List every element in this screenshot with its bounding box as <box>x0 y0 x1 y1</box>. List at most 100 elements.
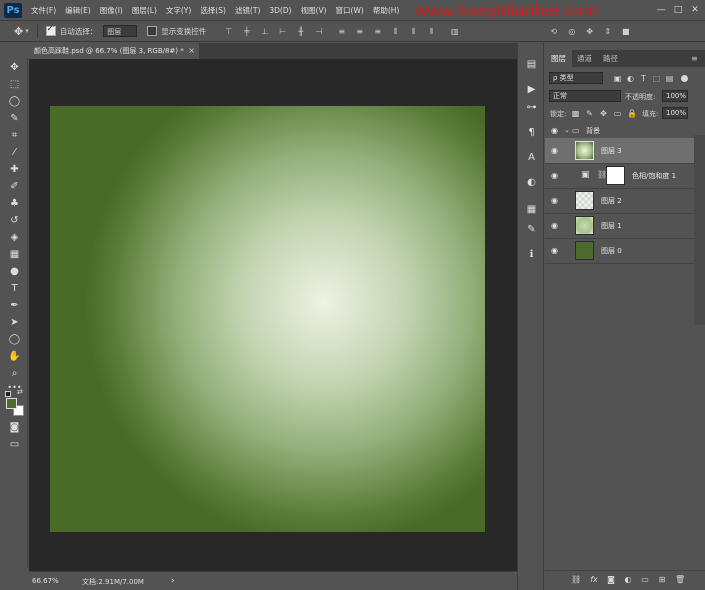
lock-position-icon[interactable]: ✥ <box>599 109 608 118</box>
crop-tool-icon[interactable]: ⌗ <box>7 128 22 143</box>
document-close-icon[interactable]: × <box>188 43 195 59</box>
dodge-tool-icon[interactable]: ● <box>7 264 22 279</box>
lock-all-icon[interactable]: 🔒 <box>627 109 637 118</box>
menu-filter[interactable]: 滤镜(T) <box>235 5 260 16</box>
distribute-left-icon[interactable]: ⦀ <box>391 27 400 36</box>
menu-help[interactable]: 帮助(H) <box>373 5 400 16</box>
layer-filter-dropdown[interactable]: ρ 类型 <box>549 72 603 84</box>
brush-panel-icon[interactable]: ✎ <box>525 223 538 236</box>
eye-icon[interactable]: ◉ <box>550 196 559 205</box>
align-top-icon[interactable]: ⊤ <box>224 27 233 36</box>
fill-input[interactable]: 100% <box>662 107 688 119</box>
pen-tool-icon[interactable]: ✒ <box>7 298 22 313</box>
gradient-tool-icon[interactable]: ▦ <box>7 247 22 262</box>
align-left-icon[interactable]: ⊢ <box>278 27 287 36</box>
distribute-top-icon[interactable]: ≡ <box>337 27 346 36</box>
eye-icon[interactable]: ◉ <box>550 246 559 255</box>
filter-adjustment-icon[interactable]: ◐ <box>626 74 635 83</box>
screen-mode-icon[interactable]: ▭ <box>7 437 22 452</box>
3d-scale-icon[interactable]: ■ <box>621 27 630 36</box>
filter-shape-icon[interactable]: ⬚ <box>652 74 661 83</box>
brush-tool-icon[interactable]: ✐ <box>7 179 22 194</box>
align-vcenter-icon[interactable]: ╪ <box>242 27 251 36</box>
hand-tool-icon[interactable]: ✋ <box>7 349 22 364</box>
quick-select-tool-icon[interactable]: ✎ <box>7 111 22 126</box>
default-colors-icon[interactable] <box>5 391 11 397</box>
document-tab[interactable]: 颜色高踩鞋.psd @ 66.7% (图层 3, RGB/8#) * × <box>29 43 199 59</box>
menu-layer[interactable]: 图层(L) <box>132 5 157 16</box>
path-select-tool-icon[interactable]: ➤ <box>7 315 22 330</box>
3d-slide-icon[interactable]: ⇕ <box>603 27 612 36</box>
move-tool-icon[interactable]: ✥ <box>7 60 22 75</box>
menu-file[interactable]: 文件(F) <box>31 5 56 16</box>
history-panel-icon[interactable]: ▤ <box>525 58 538 71</box>
link-layers-icon[interactable]: ⛓ <box>571 575 581 585</box>
status-menu-arrow-icon[interactable]: › <box>171 576 175 586</box>
auto-align-icon[interactable]: ▥ <box>450 27 459 36</box>
lock-pixels-icon[interactable]: ✎ <box>585 109 594 118</box>
3d-roll-icon[interactable]: ◎ <box>567 27 576 36</box>
lock-transparent-icon[interactable]: ▩ <box>571 109 580 118</box>
character-panel-icon[interactable]: A <box>525 151 538 164</box>
eye-icon[interactable]: ◉ <box>550 126 559 135</box>
align-bottom-icon[interactable]: ⊥ <box>260 27 269 36</box>
new-adjustment-icon[interactable]: ◐ <box>623 575 633 585</box>
paragraph-panel-icon[interactable]: ¶ <box>525 126 538 139</box>
chevron-down-icon[interactable]: ⌄ <box>564 126 570 134</box>
eye-icon[interactable]: ◉ <box>550 146 559 155</box>
lock-artboard-icon[interactable]: ▭ <box>613 109 622 118</box>
menu-edit[interactable]: 编辑(E) <box>65 5 91 16</box>
zoom-level[interactable]: 66.67% <box>32 577 59 585</box>
eraser-tool-icon[interactable]: ◈ <box>7 230 22 245</box>
close-button[interactable]: ✕ <box>689 4 701 16</box>
healing-brush-tool-icon[interactable]: ✚ <box>7 162 22 177</box>
actions-panel-icon[interactable]: ▶ <box>525 83 538 96</box>
shape-tool-icon[interactable]: ◯ <box>7 332 22 347</box>
tool-preset-chevron-icon[interactable]: ▾ <box>25 27 29 35</box>
opacity-input[interactable]: 100% <box>662 90 688 102</box>
layer-group-row[interactable]: ◉ ⌄ ▭ 背景 <box>545 123 694 139</box>
align-right-icon[interactable]: ⊣ <box>314 27 323 36</box>
color-panel-icon[interactable]: ◐ <box>525 176 538 189</box>
eye-icon[interactable]: ◉ <box>550 221 559 230</box>
maximize-button[interactable]: □ <box>672 4 684 16</box>
3d-mode-icon[interactable]: ⟲ <box>549 27 558 36</box>
swap-colors-icon[interactable]: ⇄ <box>17 388 23 396</box>
info-panel-icon[interactable]: ℹ <box>525 248 538 261</box>
layer-style-icon[interactable]: fx <box>589 575 599 585</box>
panel-menu-icon[interactable]: ≡ <box>685 50 704 67</box>
swatches-panel-icon[interactable]: ▦ <box>525 203 538 216</box>
delete-layer-icon[interactable]: 🗑 <box>675 575 685 585</box>
layer-row[interactable]: ◉ 图层 0 <box>545 238 694 264</box>
foreground-color-swatch[interactable] <box>6 398 17 409</box>
layer-row[interactable]: ◉ 图层 2 <box>545 188 694 214</box>
distribute-bottom-icon[interactable]: ≡ <box>373 27 382 36</box>
distribute-vcenter-icon[interactable]: ≡ <box>355 27 364 36</box>
type-tool-icon[interactable]: T <box>7 281 22 296</box>
menu-select[interactable]: 选择(S) <box>200 5 226 16</box>
clone-stamp-tool-icon[interactable]: ♣ <box>7 196 22 211</box>
layers-scrollbar[interactable] <box>694 135 705 325</box>
quick-mask-icon[interactable]: ◙ <box>7 420 22 435</box>
eye-icon[interactable]: ◉ <box>550 171 559 180</box>
history-brush-tool-icon[interactable]: ↺ <box>7 213 22 228</box>
tab-paths[interactable]: 路径 <box>597 50 624 67</box>
minimize-button[interactable]: — <box>655 4 667 16</box>
filter-type-icon[interactable]: T <box>639 74 648 83</box>
3d-drag-icon[interactable]: ✥ <box>585 27 594 36</box>
filter-toggle-icon[interactable] <box>681 75 688 82</box>
align-hcenter-icon[interactable]: ╫ <box>296 27 305 36</box>
show-transform-checkbox[interactable] <box>147 26 158 36</box>
layer-row[interactable]: ◉ 图层 1 <box>545 213 694 239</box>
document-canvas[interactable] <box>50 106 485 532</box>
layer-row[interactable]: ◉ ▣ ⛓ 色相/饱和度 1 <box>545 163 694 189</box>
menu-type[interactable]: 文字(Y) <box>166 5 191 16</box>
auto-select-checkbox[interactable] <box>45 24 56 36</box>
distribute-hcenter-icon[interactable]: ⦀ <box>409 27 418 36</box>
menu-view[interactable]: 视图(V) <box>301 5 327 16</box>
tab-layers[interactable]: 图层 <box>545 50 572 67</box>
filter-pixel-icon[interactable]: ▣ <box>613 74 622 83</box>
layer-row[interactable]: ◉ 图层 3 <box>545 138 694 164</box>
auto-select-dropdown[interactable]: 图层 <box>103 25 138 37</box>
filter-smart-object-icon[interactable]: ▤ <box>665 74 674 83</box>
